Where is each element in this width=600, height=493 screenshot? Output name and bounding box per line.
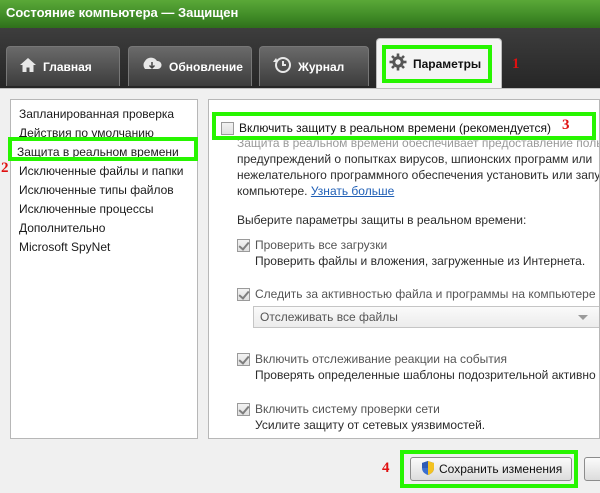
nav-item-scheduled-scan[interactable]: Запланированная проверка [19, 105, 174, 123]
learn-more-link[interactable]: Узнать больше [311, 184, 394, 198]
tab-label: Параметры [413, 56, 482, 71]
intro-text-line: предупреждений о попытках вирусов, шпион… [237, 152, 593, 166]
enable-realtime-checkbox[interactable] [221, 122, 234, 135]
nav-item-spynet[interactable]: Microsoft SpyNet [19, 238, 110, 256]
nav-item-realtime-protection[interactable]: Защита в реальном времени [17, 143, 179, 161]
nav-item-excluded-files[interactable]: Исключенные файлы и папки [19, 162, 183, 180]
intro-text-line: Защита в реальном времени обеспечивает п… [237, 136, 600, 150]
cancel-button[interactable] [584, 457, 600, 481]
choose-params-label: Выберите параметры защиты в реальном вре… [237, 213, 527, 227]
title-bar: Состояние компьютера — Защищен [0, 0, 600, 28]
tab-history[interactable]: Журнал [259, 46, 369, 86]
enable-realtime-label: Включить защиту в реальном времени (реко… [239, 121, 552, 135]
window-title: Состояние компьютера — Защищен [6, 5, 239, 20]
event-tracking-description: Проверять определенные шаблоны подозрите… [255, 368, 596, 382]
network-inspection-checkbox[interactable] [237, 403, 250, 416]
monitor-files-select[interactable]: Отслеживать все файлы [253, 306, 599, 328]
tab-label: Журнал [298, 59, 345, 74]
scan-downloads-label: Проверить все загрузки [255, 238, 388, 252]
tab-update[interactable]: Обновление [128, 46, 252, 86]
save-changes-button[interactable]: Сохранить изменения [410, 457, 572, 481]
settings-nav: Запланированная проверка Действия по умо… [10, 99, 198, 439]
nav-item-default-actions[interactable]: Действия по умолчанию [19, 124, 154, 142]
network-inspection-label: Включить систему проверки сети [255, 402, 440, 416]
content-area: Запланированная проверка Действия по умо… [0, 88, 600, 493]
intro-text-last-line: компьютере. Узнать больше [237, 184, 394, 199]
network-inspection-description: Усилите защиту от сетевых уязвимостей. [255, 418, 486, 432]
nav-item-excluded-types[interactable]: Исключенные типы файлов [19, 181, 174, 199]
scan-downloads-checkbox[interactable] [237, 239, 250, 252]
gear-icon [389, 53, 407, 74]
monitor-activity-label: Следить за активностью файла и программы… [255, 287, 596, 301]
shield-icon [421, 460, 435, 479]
monitor-activity-checkbox[interactable] [237, 288, 250, 301]
nav-item-advanced[interactable]: Дополнительно [19, 219, 105, 237]
nav-item-excluded-processes[interactable]: Исключенные процессы [19, 200, 153, 218]
event-tracking-label: Включить отслеживание реакции на события [255, 352, 507, 366]
step-number: 2 [1, 160, 9, 176]
event-tracking-checkbox[interactable] [237, 353, 250, 366]
monitor-files-select-value: Отслеживать все файлы [260, 310, 398, 324]
intro-text-end: компьютере. [237, 184, 308, 198]
tab-settings[interactable]: Параметры [376, 38, 502, 88]
tab-home[interactable]: Главная [6, 46, 120, 86]
update-icon [141, 57, 163, 76]
home-icon [19, 57, 37, 76]
settings-pane: Включить защиту в реальном времени (реко… [208, 99, 600, 439]
step-number: 4 [382, 460, 390, 476]
tab-label: Главная [43, 59, 92, 74]
chevron-down-icon [578, 315, 588, 320]
step-number: 3 [562, 117, 570, 133]
tab-label: Обновление [169, 59, 243, 74]
scan-downloads-description: Проверить файлы и вложения, загруженные … [255, 254, 586, 268]
step-number: 1 [512, 56, 520, 72]
intro-text-line: нежелательного программного обеспечения … [237, 168, 600, 182]
save-changes-label: Сохранить изменения [439, 462, 563, 476]
history-icon [272, 56, 292, 77]
